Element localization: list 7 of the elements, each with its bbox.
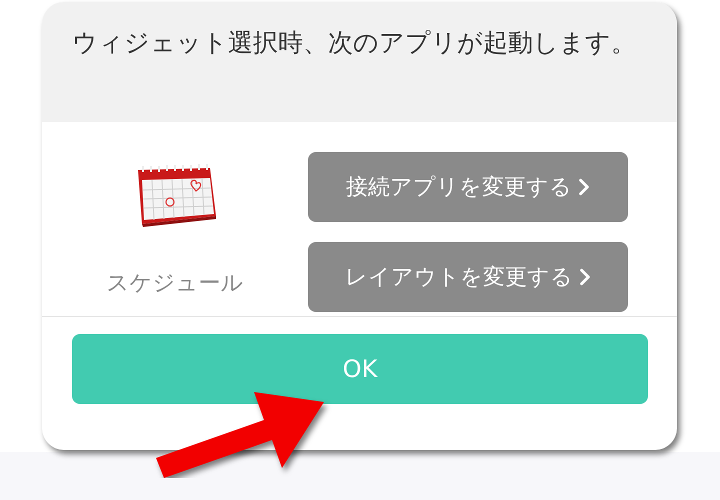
chevron-right-icon (578, 178, 590, 196)
action-button[interactable]: レイアウトを変更する (308, 242, 628, 312)
chevron-right-icon (579, 268, 591, 286)
app-name: スケジュール (106, 270, 244, 298)
dialog-message: ウィジェット選択時、次のアプリが起動します。 (72, 27, 637, 59)
ok-button[interactable]: OK (72, 334, 648, 404)
action-button[interactable]: 接続アプリを変更する (308, 152, 628, 222)
